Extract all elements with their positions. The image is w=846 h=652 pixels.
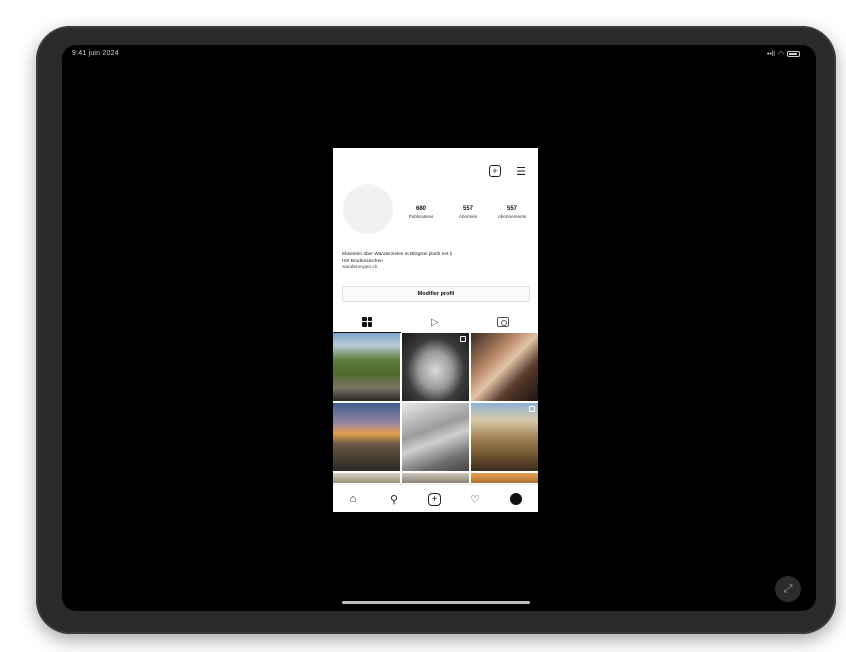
instagram-profile-app: + ☰ 680 Publications 557 Abonnés 557 Abo… <box>333 148 538 512</box>
profile-bio: Ekkentrin über Wanderzielen et Bilsgrün … <box>342 252 530 272</box>
bottom-nav: ⌂ ⚲ + ♡ <box>333 484 538 512</box>
grid-photo[interactable] <box>333 333 400 401</box>
stat-following-value: 557 <box>506 206 517 212</box>
grid-photo[interactable] <box>471 403 538 471</box>
grid-photo[interactable] <box>402 333 469 401</box>
battery-icon <box>787 51 800 57</box>
home-icon[interactable]: ⌂ <box>345 491 361 507</box>
profile-tabs: ▷ <box>333 311 538 333</box>
bio-link[interactable]: wanderungen.ch <box>342 265 530 272</box>
status-icons: ••ll ◠ <box>767 50 800 58</box>
grid-photo[interactable] <box>333 403 400 471</box>
play-icon: ▷ <box>431 316 439 328</box>
grid-icon <box>362 316 372 327</box>
grid-photo[interactable] <box>333 473 400 483</box>
search-icon[interactable]: ⚲ <box>386 491 402 507</box>
stat-following[interactable]: 557 Abonnements <box>489 206 535 219</box>
heart-icon[interactable]: ♡ <box>467 491 483 507</box>
menu-icon[interactable]: ☰ <box>514 164 528 178</box>
stat-following-label: Abonnements <box>497 214 527 219</box>
status-time: 9:41 juin 2024 <box>72 50 119 57</box>
tagged-icon <box>497 317 509 327</box>
multi-post-icon <box>460 336 466 342</box>
stat-followers-value: 557 <box>462 206 473 212</box>
signal-icon: ••ll <box>766 50 775 58</box>
grid-photo[interactable] <box>402 403 469 471</box>
profile-avatar[interactable] <box>343 184 393 234</box>
tab-reels[interactable]: ▷ <box>401 311 469 333</box>
ipad-screen: 9:41 juin 2024 ••ll ◠ + ☰ 680 Publicatio… <box>62 45 816 611</box>
multi-post-icon <box>529 406 535 412</box>
tab-tagged[interactable] <box>469 311 537 333</box>
grid-photo[interactable] <box>471 473 538 483</box>
grid-photo[interactable] <box>471 333 538 401</box>
edit-profile-button[interactable]: Modifier profil <box>342 286 530 302</box>
grid-photo[interactable] <box>402 473 469 483</box>
stat-posts[interactable]: 680 Publications <box>398 206 444 219</box>
stat-posts-label: Publications <box>408 214 434 219</box>
plus-square-icon[interactable]: + <box>489 165 501 177</box>
home-indicator[interactable] <box>342 601 530 604</box>
tab-posts-grid[interactable] <box>333 311 401 333</box>
profile-icon[interactable] <box>510 493 522 505</box>
wifi-icon: ◠ <box>777 51 784 58</box>
fullscreen-icon[interactable]: ⤢ <box>775 576 801 602</box>
stat-followers-label: Abonnés <box>458 214 478 219</box>
photo-grid <box>333 333 538 483</box>
add-icon[interactable]: + <box>428 493 441 506</box>
stat-followers[interactable]: 557 Abonnés <box>445 206 491 219</box>
profile-topbar: + ☰ <box>333 148 538 186</box>
stat-posts-value: 680 <box>415 206 426 212</box>
